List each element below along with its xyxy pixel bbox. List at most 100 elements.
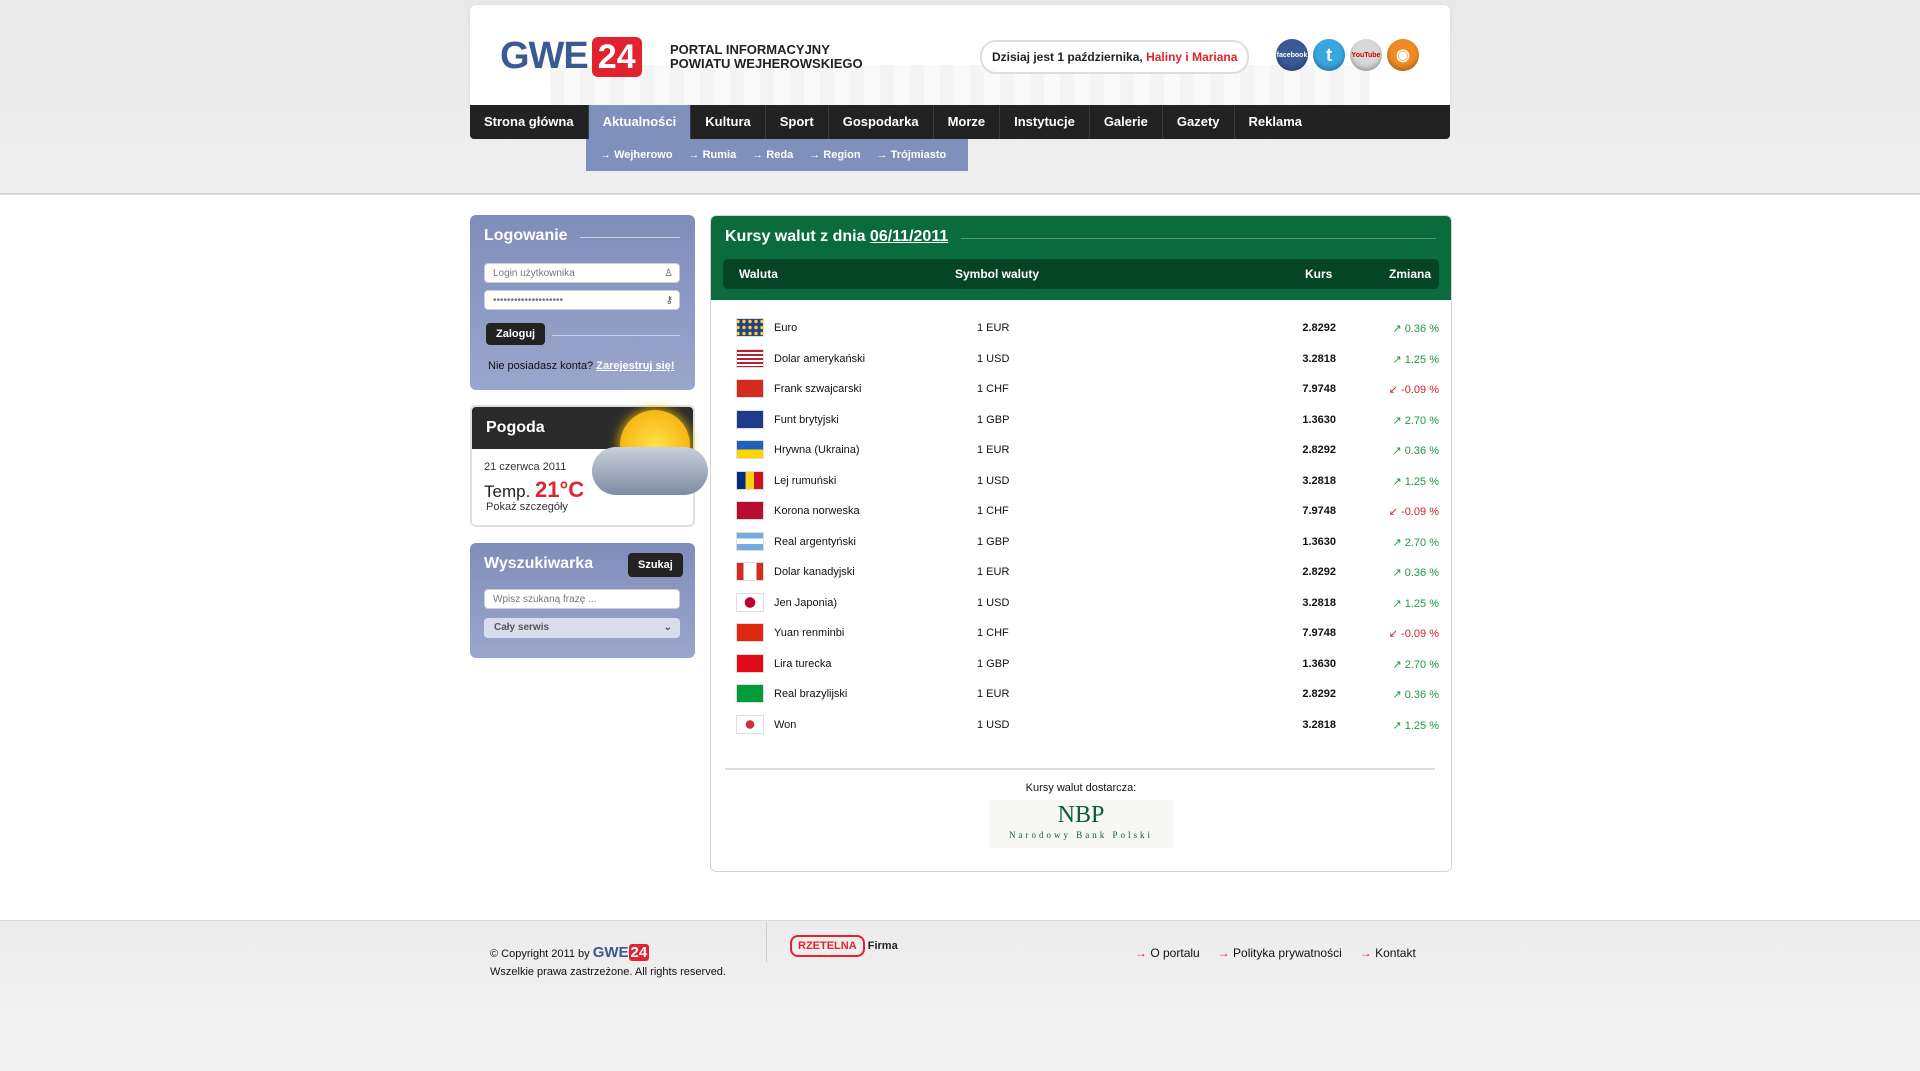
arrow-up-right-icon: ↗ bbox=[1392, 536, 1402, 549]
currency-change: ↗ 0.36 % bbox=[1371, 444, 1439, 457]
nav-item-culture[interactable]: Kultura bbox=[691, 105, 766, 139]
username-input[interactable]: Login użytkownika ♙ bbox=[484, 263, 680, 283]
copyright: © Copyright 2011 by GWE 24 Wszelkie prawa… bbox=[490, 944, 726, 981]
currency-name: Lira turecka bbox=[774, 657, 832, 670]
table-row: Yuan renminbi 1 CHF 7.9748 ↙ -0.09 % bbox=[711, 620, 1451, 651]
site-logo[interactable]: GWE 24 bbox=[500, 35, 642, 78]
subnav-item-reda[interactable]: Reda bbox=[752, 149, 793, 161]
main-nav: Strona główna Aktualności Kultura Sport … bbox=[470, 105, 1450, 139]
footer-links: O portalu Polityka prywatności Kontakt bbox=[1135, 946, 1416, 960]
currency-rate: 1.3630 bbox=[1302, 535, 1336, 548]
password-input[interactable]: •••••••••••••••••••• ⚷ bbox=[484, 290, 680, 310]
rates-date[interactable]: 06/11/2011 bbox=[870, 228, 948, 245]
footer-logo[interactable]: GWE 24 bbox=[593, 944, 650, 961]
change-value: 0.36 % bbox=[1404, 445, 1439, 457]
subnav-item-wejherowo[interactable]: Wejherowo bbox=[600, 149, 672, 161]
currency-symbol: 1 EUR bbox=[977, 444, 1010, 456]
facebook-icon[interactable]: facebook bbox=[1276, 39, 1308, 71]
chevron-down-icon: ⌄ bbox=[663, 622, 672, 633]
arrow-down-left-icon: ↙ bbox=[1388, 384, 1399, 396]
search-scope-select[interactable]: Cały serwis ⌄ bbox=[484, 618, 680, 638]
footer-logo-text: GWE bbox=[592, 944, 629, 961]
currency-name: Won bbox=[774, 718, 797, 731]
footer-link-privacy[interactable]: Polityka prywatności bbox=[1218, 946, 1342, 960]
currency-rates-panel: Kursy walut z dnia 06/11/2011 Waluta Sym… bbox=[710, 215, 1452, 872]
flag-icon bbox=[736, 531, 764, 551]
divider bbox=[766, 922, 767, 962]
register-link[interactable]: Zarejestruj się! bbox=[596, 360, 674, 372]
footer-link-contact[interactable]: Kontakt bbox=[1360, 946, 1416, 960]
change-value: 1.25 % bbox=[1404, 475, 1439, 488]
flag-icon bbox=[736, 714, 764, 734]
rss-icon[interactable]: ◉ bbox=[1387, 39, 1419, 71]
footer-logo-number: 24 bbox=[628, 944, 650, 961]
weather-temp: Temp. 21°C bbox=[484, 477, 584, 503]
login-button[interactable]: Zaloguj bbox=[486, 323, 546, 345]
divider bbox=[725, 768, 1435, 770]
header-decoration bbox=[550, 65, 1370, 105]
key-icon: ⚷ bbox=[665, 295, 673, 306]
search-button[interactable]: Szukaj bbox=[628, 553, 683, 577]
nav-item-sport[interactable]: Sport bbox=[766, 105, 829, 139]
currency-symbol: 1 EUR bbox=[977, 566, 1010, 578]
logo-text: GWE bbox=[500, 35, 589, 77]
currency-name: Frank szwajcarski bbox=[774, 383, 862, 395]
arrow-up-right-icon: ↗ bbox=[1392, 597, 1402, 610]
search-input[interactable]: Wpisz szukaną frazę ... bbox=[484, 589, 680, 609]
arrow-up-right-icon: ↗ bbox=[1392, 567, 1402, 579]
nav-item-economy[interactable]: Gospodarka bbox=[829, 105, 934, 139]
rzetelna-firma-badge[interactable]: RZETELNA Firma bbox=[790, 935, 898, 957]
currency-symbol: 1 CHF bbox=[977, 627, 1009, 639]
flag-icon bbox=[736, 379, 764, 398]
rights-text: Wszelkie prawa zastrzeżone. All rights r… bbox=[490, 966, 726, 978]
footer-link-about[interactable]: O portalu bbox=[1135, 946, 1199, 960]
arrow-up-right-icon: ↗ bbox=[1392, 445, 1402, 457]
currency-name: Dolar amerykański bbox=[774, 352, 866, 365]
weather-date: 21 czerwca 2011 bbox=[484, 461, 567, 473]
weather-details-link[interactable]: Pokaż szczegóły bbox=[486, 501, 568, 513]
nbp-logo[interactable]: NBP Narodowy Bank Polski bbox=[989, 800, 1173, 848]
subnav-item-trojmiasto[interactable]: Trójmiasto bbox=[877, 149, 947, 161]
flag-icon bbox=[736, 623, 764, 642]
nav-item-home[interactable]: Strona główna bbox=[470, 105, 589, 139]
nav-item-news[interactable]: Aktualności bbox=[588, 105, 692, 139]
nav-item-ads[interactable]: Reklama bbox=[1235, 105, 1316, 139]
no-account-text: Nie posiadasz konta? bbox=[488, 360, 597, 372]
date-text: Dzisiaj jest 1 października, bbox=[992, 50, 1147, 64]
panel-title: Kursy walut z dnia 06/11/2011 bbox=[725, 228, 948, 246]
change-value: 2.70 % bbox=[1404, 536, 1439, 549]
change-value: 2.70 % bbox=[1404, 658, 1439, 671]
currency-change: ↗ 2.70 % bbox=[1371, 536, 1439, 549]
currency-name: Korona norweska bbox=[774, 505, 860, 517]
currency-symbol: 1 USD bbox=[977, 352, 1010, 365]
divider bbox=[961, 238, 1436, 239]
currency-change: ↙ -0.09 % bbox=[1371, 383, 1439, 396]
nav-item-galleries[interactable]: Galerie bbox=[1090, 105, 1163, 139]
temp-value: 21°C bbox=[535, 477, 585, 502]
currency-symbol: 1 CHF bbox=[977, 383, 1009, 395]
table-row: Dolar amerykański 1 USD 3.2818 ↗ 1.25 % bbox=[711, 346, 1451, 377]
subnav-item-rumia[interactable]: Rumia bbox=[689, 149, 737, 161]
change-value: 0.36 % bbox=[1404, 689, 1439, 701]
currency-rate: 3.2818 bbox=[1302, 474, 1336, 487]
youtube-icon[interactable]: YouTube bbox=[1350, 39, 1382, 71]
social-links: facebook t YouTube ◉ bbox=[1276, 39, 1419, 71]
change-value: -0.09 % bbox=[1401, 628, 1439, 640]
nav-item-institutions[interactable]: Instytucje bbox=[1000, 105, 1090, 139]
nav-item-newspapers[interactable]: Gazety bbox=[1163, 105, 1235, 139]
currency-name: Dolar kanadyjski bbox=[774, 566, 855, 578]
nav-item-sea[interactable]: Morze bbox=[934, 105, 1001, 139]
copyright-text: © Copyright 2011 by bbox=[490, 948, 593, 960]
currency-symbol: 1 GBP bbox=[977, 535, 1010, 548]
currency-name: Yuan renminbi bbox=[774, 627, 845, 639]
flag-icon bbox=[736, 348, 764, 368]
col-rate: Kurs bbox=[1305, 267, 1333, 281]
badge-word: RZETELNA bbox=[790, 935, 865, 957]
currency-change: ↗ 2.70 % bbox=[1371, 658, 1439, 671]
flag-icon bbox=[736, 562, 764, 581]
twitter-icon[interactable]: t bbox=[1313, 39, 1345, 71]
currency-change: ↗ 0.36 % bbox=[1371, 688, 1439, 701]
site-header: GWE 24 PORTAL INFORMACYJNY POWIATU WEJHE… bbox=[470, 5, 1450, 105]
subnav-item-region[interactable]: Region bbox=[809, 149, 860, 161]
logo-number: 24 bbox=[591, 36, 642, 77]
